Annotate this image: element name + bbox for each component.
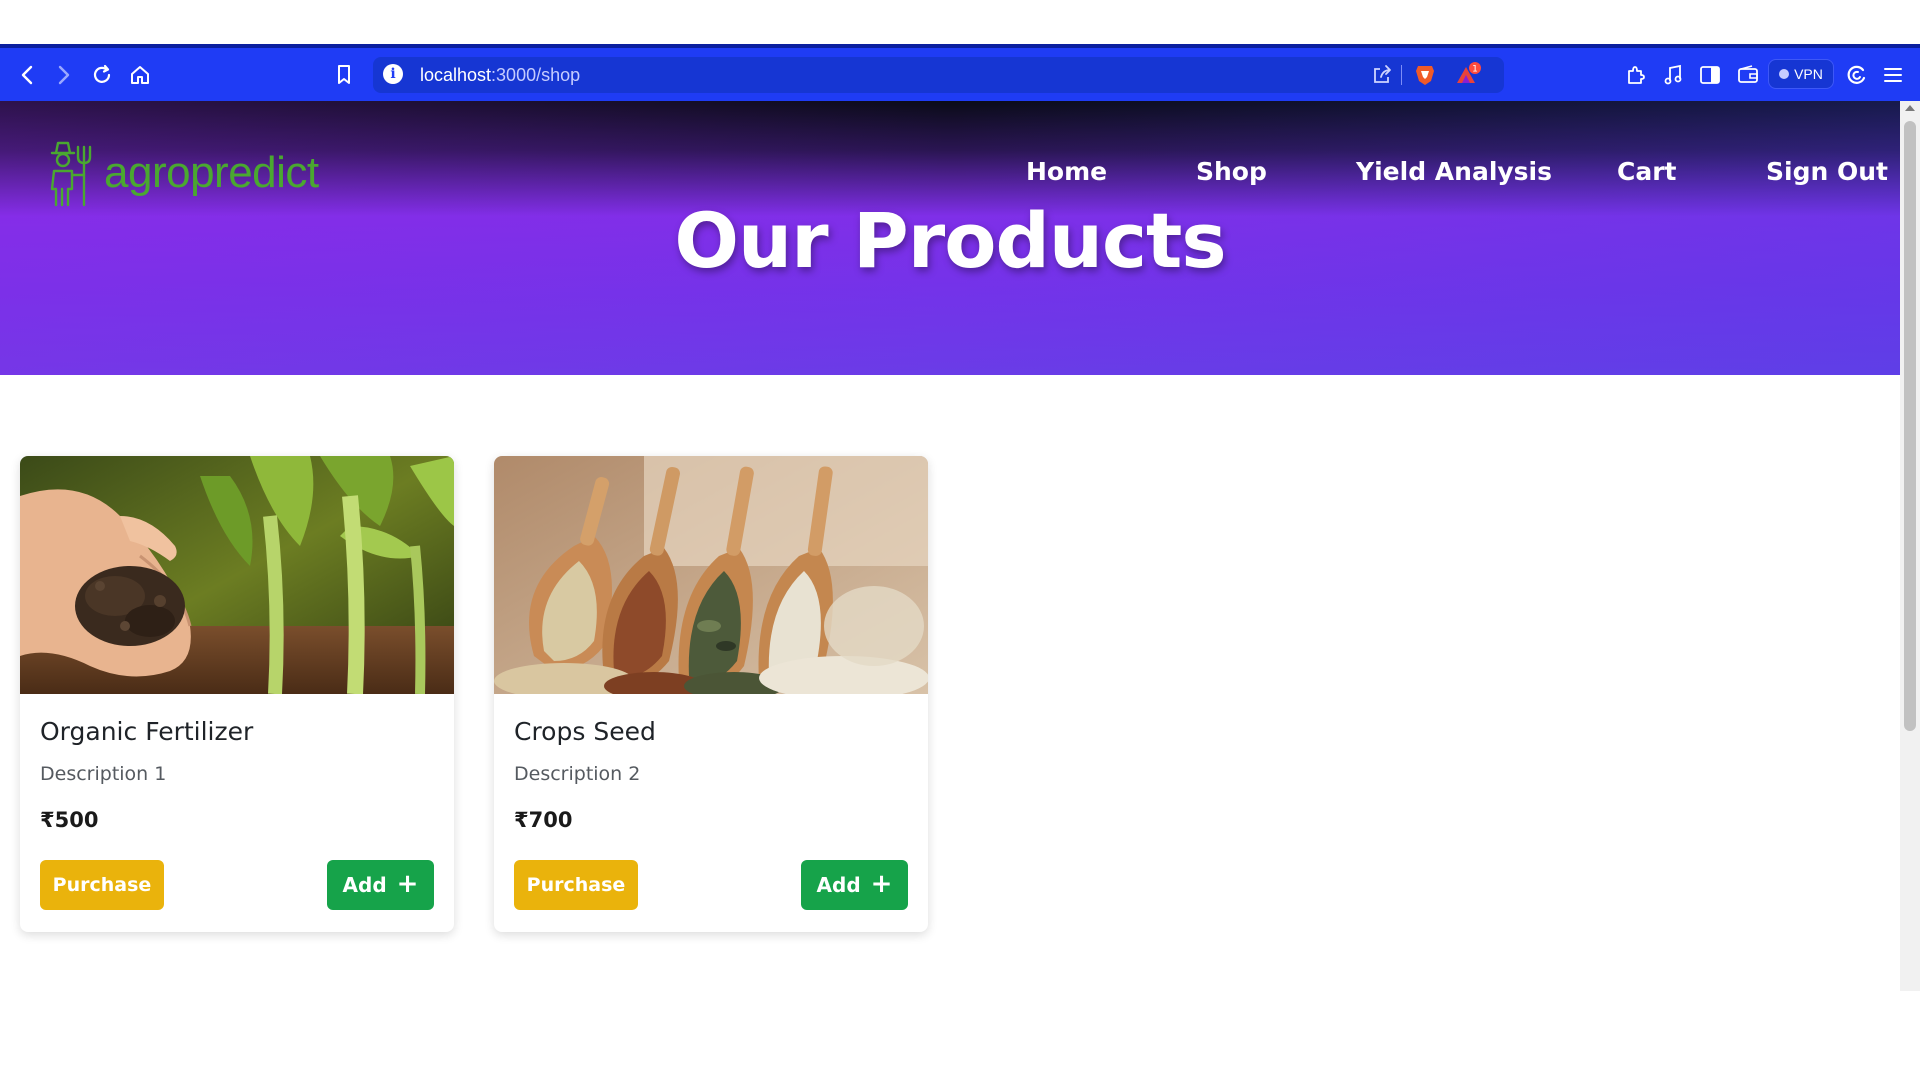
nav-sign-out[interactable]: Sign Out	[1766, 157, 1888, 186]
address-divider	[1401, 65, 1402, 85]
url-text[interactable]: localhost:3000/shop	[420, 65, 580, 86]
url-path: :3000/shop	[491, 65, 581, 85]
product-title: Organic Fertilizer	[40, 717, 254, 746]
music-icon[interactable]	[1658, 60, 1688, 90]
share-icon[interactable]	[1367, 60, 1397, 90]
nav-shop[interactable]: Shop	[1196, 157, 1267, 186]
brave-shield-icon[interactable]	[1410, 60, 1440, 90]
window-top-strip	[0, 0, 1920, 44]
purchase-button[interactable]: Purchase	[514, 860, 638, 910]
plus-icon: +	[870, 869, 893, 899]
url-host: localhost	[420, 65, 492, 85]
nav-yield-analysis[interactable]: Yield Analysis	[1356, 157, 1552, 186]
add-button-label: Add	[342, 873, 387, 897]
product-image-seeds	[494, 456, 928, 694]
product-price: ₹500	[40, 808, 99, 832]
leo-ai-icon[interactable]	[1842, 60, 1872, 90]
rewards-badge-count: 1	[1472, 65, 1478, 75]
site-info-icon[interactable]: i	[383, 64, 403, 84]
product-description: Description 1	[40, 763, 167, 785]
purchase-button-label: Purchase	[52, 874, 152, 896]
product-card: Organic Fertilizer Description 1 ₹500 Pu…	[20, 456, 454, 932]
back-icon[interactable]	[12, 60, 42, 90]
reload-icon[interactable]	[87, 60, 117, 90]
page-viewport: agropredict Home Shop Yield Analysis Car…	[0, 101, 1900, 991]
product-card: Crops Seed Description 2 ₹700 Purchase A…	[494, 456, 928, 932]
vpn-status-dot	[1779, 69, 1790, 79]
browser-toolbar: i localhost:3000/shop 1 VPN	[0, 44, 1920, 101]
home-icon[interactable]	[125, 60, 155, 90]
hero-header: agropredict Home Shop Yield Analysis Car…	[0, 101, 1900, 375]
nav-home[interactable]: Home	[1026, 157, 1107, 186]
bookmark-icon[interactable]	[329, 60, 359, 90]
purchase-button[interactable]: Purchase	[40, 860, 164, 910]
add-to-cart-button[interactable]: Add +	[327, 860, 434, 910]
purchase-button-label: Purchase	[526, 874, 626, 896]
add-button-label: Add	[816, 873, 861, 897]
product-image-fertilizer	[20, 456, 454, 694]
add-to-cart-button[interactable]: Add +	[801, 860, 908, 910]
vpn-label: VPN	[1794, 66, 1823, 82]
vpn-button[interactable]: VPN	[1768, 59, 1834, 89]
forward-icon[interactable]	[49, 60, 79, 90]
wallet-icon[interactable]	[1733, 60, 1763, 90]
sidebar-icon[interactable]	[1695, 60, 1725, 90]
brave-rewards-icon[interactable]: 1	[1453, 60, 1483, 90]
logo-text: agropredict	[104, 148, 319, 197]
product-price: ₹700	[514, 808, 573, 832]
address-bar[interactable]: i localhost:3000/shop 1	[373, 57, 1504, 93]
product-description: Description 2	[514, 763, 641, 785]
scrollbar-thumb[interactable]	[1904, 121, 1916, 731]
product-title: Crops Seed	[514, 717, 656, 746]
plus-icon: +	[396, 869, 419, 899]
nav-cart[interactable]: Cart	[1617, 157, 1677, 186]
scroll-up-arrow-icon[interactable]	[1905, 105, 1915, 111]
extensions-icon[interactable]	[1620, 60, 1650, 90]
menu-icon[interactable]	[1878, 60, 1908, 90]
page-title: Our Products	[674, 196, 1226, 285]
page-scrollbar[interactable]	[1900, 101, 1920, 991]
